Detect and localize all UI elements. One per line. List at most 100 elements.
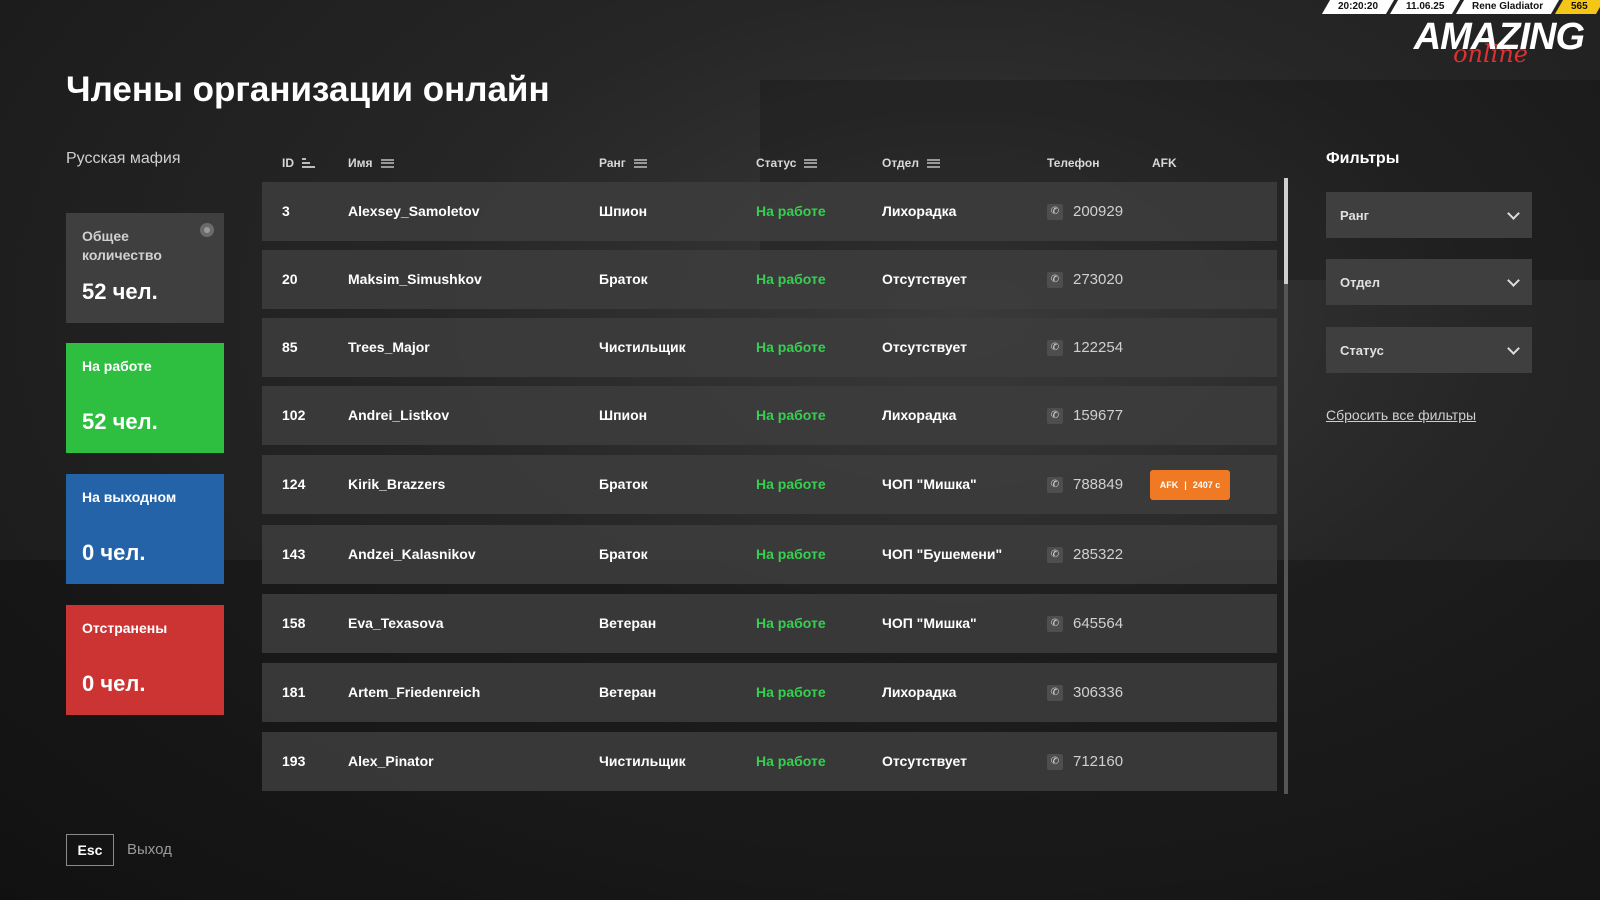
phone-icon: ✆: [1047, 204, 1063, 220]
cell-name: Alexsey_Samoletov: [348, 203, 480, 219]
cell-dept: Лихорадка: [882, 684, 957, 700]
cell-phone: 712160: [1073, 753, 1124, 770]
hud-time: 20:20:20: [1321, 0, 1394, 14]
cell-rank: Ветеран: [599, 615, 657, 631]
cell-phone: 122254: [1073, 339, 1124, 356]
cell-id: 102: [282, 407, 306, 423]
phone-icon: ✆: [1047, 547, 1063, 563]
table-row[interactable]: 143 Andzei_Kalasnikov Браток На работе Ч…: [262, 525, 1277, 584]
filter-status-select[interactable]: Статус: [1326, 327, 1532, 373]
table-row[interactable]: 193 Alex_Pinator Чистильщик На работе От…: [262, 732, 1277, 791]
column-header-label: Ранг: [599, 156, 626, 170]
exit-label[interactable]: Выход: [127, 841, 172, 858]
cell-id: 124: [282, 476, 306, 492]
table-row[interactable]: 3 Alexsey_Samoletov Шпион На работе Лихо…: [262, 182, 1277, 241]
menu-icon: [926, 158, 940, 168]
cell-id: 85: [282, 339, 298, 355]
cell-rank: Браток: [599, 546, 648, 562]
hud-bar: 20:20:20 11.06.25 Rene Gladiator 565: [1321, 0, 1600, 14]
stat-card-suspended[interactable]: Отстранены 0 чел.: [66, 605, 224, 715]
cell-name: Maksim_Simushkov: [348, 271, 482, 287]
afk-label: AFK: [1159, 480, 1179, 490]
esc-key-button[interactable]: Esc: [66, 834, 114, 866]
stat-value: 52 чел.: [82, 279, 158, 304]
cell-rank: Чистильщик: [599, 339, 686, 355]
table-row[interactable]: 158 Eva_Texasova Ветеран На работе ЧОП "…: [262, 594, 1277, 653]
column-header-label: Телефон: [1047, 156, 1100, 170]
organization-name: Русская мафия: [66, 150, 181, 167]
column-header-name[interactable]: Имя: [348, 156, 394, 170]
stat-value: 0 чел.: [82, 671, 146, 696]
column-header-label: Отдел: [882, 156, 919, 170]
column-header-rank[interactable]: Ранг: [599, 156, 647, 170]
stat-value: 0 чел.: [82, 540, 146, 565]
cell-id: 20: [282, 271, 298, 287]
column-header-label: Имя: [348, 156, 373, 170]
cell-name: Kirik_Brazzers: [348, 476, 446, 492]
cell-name: Artem_Friedenreich: [348, 684, 481, 700]
cell-status: На работе: [756, 339, 826, 355]
cell-dept: ЧОП "Мишка": [882, 476, 977, 492]
column-header-phone: Телефон: [1047, 156, 1099, 170]
stat-label: Отстранены: [82, 620, 168, 636]
scrollbar-thumb[interactable]: [1284, 178, 1288, 284]
cell-phone: 200929: [1073, 203, 1124, 220]
column-header-label: AFK: [1152, 156, 1177, 170]
select-label: Статус: [1340, 342, 1384, 358]
menu-icon: [804, 158, 818, 168]
cell-rank: Браток: [599, 271, 648, 287]
cell-name: Trees_Major: [348, 339, 430, 355]
table-scrollbar[interactable]: [1284, 178, 1288, 794]
chevron-down-icon: [1507, 273, 1520, 287]
cell-rank: Ветеран: [599, 684, 657, 700]
cell-rank: Чистильщик: [599, 753, 686, 769]
radio-indicator-icon: [200, 223, 214, 237]
afk-separator: |: [1184, 480, 1187, 490]
filter-rank-select[interactable]: Ранг: [1326, 192, 1532, 238]
cell-status: На работе: [756, 203, 826, 219]
afk-badge: AFK | 2407 с: [1150, 470, 1230, 500]
cell-id: 193: [282, 753, 306, 769]
afk-time: 2407 с: [1192, 480, 1221, 490]
cell-phone: 788849: [1073, 476, 1124, 493]
column-header-status[interactable]: Статус: [756, 156, 818, 170]
chevron-down-icon: [1507, 206, 1520, 220]
stat-card-total[interactable]: Общее количество 52 чел.: [66, 213, 224, 323]
cell-id: 158: [282, 615, 306, 631]
cell-status: На работе: [756, 615, 826, 631]
cell-name: Andrei_Listkov: [348, 407, 450, 423]
stat-card-working[interactable]: На работе 52 чел.: [66, 343, 224, 453]
reset-filters-link[interactable]: Сбросить все фильтры: [1326, 407, 1476, 423]
menu-icon: [380, 158, 394, 168]
cell-status: На работе: [756, 546, 826, 562]
stat-label: На выходном: [82, 489, 177, 505]
column-header-dept[interactable]: Отдел: [882, 156, 940, 170]
cell-status: На работе: [756, 271, 826, 287]
phone-icon: ✆: [1047, 340, 1063, 356]
cell-id: 3: [282, 203, 290, 219]
stat-card-off[interactable]: На выходном 0 чел.: [66, 474, 224, 584]
column-header-label: Статус: [756, 156, 797, 170]
hud-date: 11.06.25: [1389, 0, 1461, 14]
hud-player: Rene Gladiator: [1456, 0, 1560, 14]
cell-dept: Лихорадка: [882, 203, 957, 219]
cell-status: На работе: [756, 753, 826, 769]
table-row[interactable]: 181 Artem_Friedenreich Ветеран На работе…: [262, 663, 1277, 722]
cell-rank: Браток: [599, 476, 648, 492]
cell-dept: Отсутствует: [882, 753, 967, 769]
select-label: Ранг: [1340, 207, 1369, 223]
cell-status: На работе: [756, 684, 826, 700]
table-row[interactable]: 20 Maksim_Simushkov Браток На работе Отс…: [262, 250, 1277, 309]
cell-rank: Шпион: [599, 203, 648, 219]
stat-value: 52 чел.: [82, 409, 158, 434]
cell-name: Eva_Texasova: [348, 615, 444, 631]
table-row[interactable]: 85 Trees_Major Чистильщик На работе Отсу…: [262, 318, 1277, 377]
cell-phone: 273020: [1073, 271, 1124, 288]
column-header-id[interactable]: ID: [282, 156, 315, 170]
phone-icon: ✆: [1047, 477, 1063, 493]
table-row[interactable]: 102 Andrei_Listkov Шпион На работе Лихор…: [262, 386, 1277, 445]
table-row[interactable]: 124 Kirik_Brazzers Браток На работе ЧОП …: [262, 455, 1277, 514]
filter-dept-select[interactable]: Отдел: [1326, 259, 1532, 305]
cell-phone: 285322: [1073, 546, 1124, 563]
menu-icon: [633, 158, 647, 168]
